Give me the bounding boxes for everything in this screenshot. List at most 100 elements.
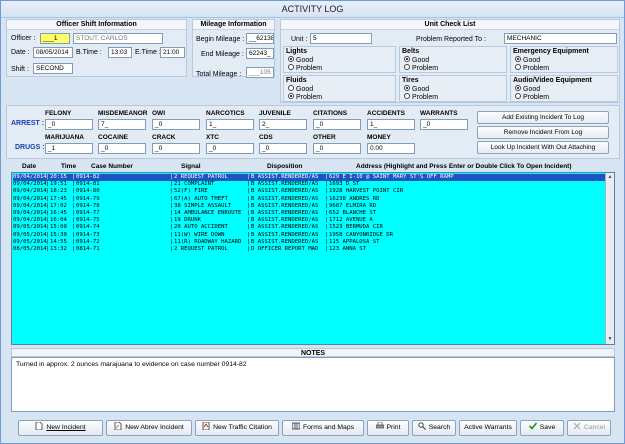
new-traffic-citation-button[interactable]: New Traffic Citation — [195, 420, 279, 436]
cancel-button[interactable]: Cancel — [567, 420, 611, 436]
unit-check-panel: Unit Check List Unit : 5 Problem Reporte… — [280, 19, 620, 103]
audio-video-problem-radio[interactable]: Problem — [515, 93, 549, 102]
table-cell-signal: 52(F) FIRE — [174, 188, 208, 195]
shift-input[interactable]: SECOND — [33, 63, 73, 74]
warrants-input[interactable]: _0 — [420, 119, 468, 130]
column-separator: | — [325, 181, 329, 188]
column-separator: | — [72, 217, 76, 224]
column-separator: | — [170, 210, 174, 216]
table-row[interactable]: 09/04/2014 | 17:02 | 0914-78 | 38 SIMPLE ASSAU… — [13, 203, 605, 210]
table-cell-signal: 11(R) ROADWAY HAZARD — [174, 238, 242, 245]
table-row[interactable]: 09/05/2014 | 15:00 | 0914-74 | 20 AUTO ACCIDEN… — [13, 224, 605, 231]
xtc-input[interactable]: _0 — [206, 143, 254, 154]
column-separator: | — [247, 246, 251, 252]
begin-mileage-input[interactable]: __62138 — [246, 33, 274, 44]
table-cell-signal: 19 DRUNK — [174, 217, 201, 224]
new-incident-button[interactable]: New Incident — [18, 420, 103, 436]
narcotics-input[interactable]: 1_ — [206, 119, 254, 130]
column-header-address[interactable]: Address (Highlight and Press Enter or Do… — [356, 162, 572, 171]
column-header-time[interactable]: Time — [61, 162, 76, 171]
forms-and-maps-button[interactable]: Forms and Maps — [282, 420, 364, 436]
column-separator: | — [247, 195, 251, 202]
emergency-equipment-label: Emergency Equipment — [513, 48, 589, 55]
table-cell-date: 09/04/2014 — [13, 210, 47, 216]
scroll-down-icon[interactable]: ▼ — [606, 335, 614, 344]
accidents-input[interactable]: 1_ — [367, 119, 415, 130]
cocaine-input[interactable]: _0 — [98, 143, 146, 154]
other-input[interactable]: _0 — [313, 143, 361, 154]
date-input[interactable]: 08/05/2014 — [33, 47, 73, 58]
table-row[interactable]: 09/04/2014 | 19:51 | 0914-81 | 21 COMPLAINT | B … — [13, 181, 605, 188]
fluids-problem-radio[interactable]: Problem — [288, 93, 322, 102]
column-separator: | — [170, 174, 174, 180]
table-cell-signal: 21 COMPLAINT — [174, 181, 215, 188]
notes-textarea[interactable]: Turned in approx. 2 ounces marajuana to … — [11, 357, 615, 412]
column-header-date[interactable]: Date — [22, 162, 36, 171]
crack-input[interactable]: _0 — [152, 143, 200, 154]
table-row[interactable]: 09/05/2014 | 14:55 | 0914-72 | 11(R) ROADWAY H… — [13, 239, 605, 246]
column-separator: | — [46, 217, 50, 224]
officer-id-input[interactable]: ___1 — [40, 33, 70, 44]
accidents-label: ACCIDENTS — [367, 110, 405, 117]
unit-check-header: Unit Check List — [281, 20, 619, 30]
problem-reported-input[interactable]: MECHANIC — [504, 33, 617, 44]
date-label: Date : — [11, 49, 30, 56]
unit-input[interactable]: 5 — [310, 33, 372, 44]
table-row[interactable]: 09/04/2014 | 16:45 | 0914-77 | 14 AMBULANCE EN… — [13, 210, 605, 217]
window-title: ACTIVITY LOG — [1, 1, 624, 18]
save-button[interactable]: Save — [520, 420, 564, 436]
marijuana-input[interactable]: _1 — [45, 143, 93, 154]
new-abrev-incident-button[interactable]: New Abrev Incident — [106, 420, 192, 436]
misdemeanor-input[interactable]: 7_ — [98, 119, 146, 130]
print-button[interactable]: Print — [367, 420, 409, 436]
table-row[interactable]: 08/05/2014 | 13:32 | 0814-71 | 2 REQUEST PATRO… — [13, 246, 605, 253]
lookup-incident-button[interactable]: Look Up Incident With Out Attaching — [477, 141, 609, 154]
lights-group: Lights Good Problem — [283, 46, 396, 73]
column-separator: | — [170, 224, 174, 231]
table-cell-disp: B ASSIST.RENDERED/AS — [251, 224, 319, 231]
table-cell-signal: 20 AUTO ACCIDENT — [174, 224, 228, 231]
table-row[interactable]: 09/04/2014 | 18:23 | 0914-80 | 52(F) FIRE | B AS… — [13, 188, 605, 195]
officer-name-field: STOUT, CARLOS — [73, 33, 163, 44]
column-header-case[interactable]: Case Number — [91, 162, 133, 171]
cds-input[interactable]: _0 — [259, 143, 307, 154]
column-header-signal[interactable]: Signal — [181, 162, 201, 171]
checkmark-icon — [528, 422, 537, 430]
table-cell-case: 0914-78 — [76, 202, 100, 209]
etime-input[interactable]: 21:00 — [160, 47, 185, 58]
owi-input[interactable]: _0 — [152, 119, 200, 130]
tires-problem-radio[interactable]: Problem — [404, 93, 438, 102]
scroll-up-icon[interactable]: ▲ — [606, 173, 614, 182]
btime-input[interactable]: 13:03 — [108, 47, 132, 58]
remove-incident-button[interactable]: Remove Incident From Log — [477, 126, 609, 139]
add-existing-incident-button[interactable]: Add Existing Incident To Log — [477, 111, 609, 124]
end-mileage-input[interactable]: 62243_ — [246, 48, 274, 59]
table-cell-case: 0914-73 — [76, 231, 100, 238]
belts-problem-radio[interactable]: Problem — [404, 64, 438, 73]
citations-input[interactable]: _0 — [313, 119, 361, 130]
column-separator: | — [325, 188, 329, 195]
vertical-scrollbar[interactable]: ▲ ▼ — [605, 173, 614, 344]
column-separator: | — [247, 181, 251, 188]
felony-input[interactable]: _0 — [45, 119, 93, 130]
table-cell-signal: 2 REQUEST PATROL — [174, 174, 228, 180]
table-row[interactable]: 09/04/2014 | 17:45 | 0914-79 | 67(A) AUTO THEF… — [13, 196, 605, 203]
emergency-problem-radio[interactable]: Problem — [515, 64, 549, 73]
table-row[interactable]: 09/04/2014 | 20:15 | 0914-82 | 2 REQUEST PATRO… — [13, 174, 605, 182]
money-input[interactable]: 0.00 — [367, 143, 415, 154]
radio-dot-icon — [288, 56, 294, 63]
search-button[interactable]: Search — [412, 420, 456, 436]
search-icon — [418, 422, 426, 431]
juvenile-input[interactable]: 2_ — [259, 119, 307, 130]
table-cell-signal: 67(A) AUTO THEFT — [174, 195, 228, 202]
incident-list[interactable]: 09/04/2014 | 20:15 | 0914-82 | 2 REQUEST PATRO… — [11, 172, 615, 345]
table-cell-time: 15:30 — [50, 231, 67, 238]
table-cell-addr: 1712 AVENUE A — [329, 217, 373, 224]
column-header-disposition[interactable]: Disposition — [267, 162, 302, 171]
table-row[interactable]: 09/04/2014 | 16:04 | 0914-75 | 19 DRUNK | B ASSI… — [13, 217, 605, 224]
lights-problem-radio[interactable]: Problem — [288, 64, 322, 73]
active-warrants-button[interactable]: Active Warrants — [459, 420, 517, 436]
column-separator: | — [170, 188, 174, 195]
table-row[interactable]: 09/05/2014 | 15:30 | 0914-73 | 11(W) WIRE DOWN… — [13, 232, 605, 239]
table-cell-date: 09/04/2014 — [13, 181, 47, 188]
